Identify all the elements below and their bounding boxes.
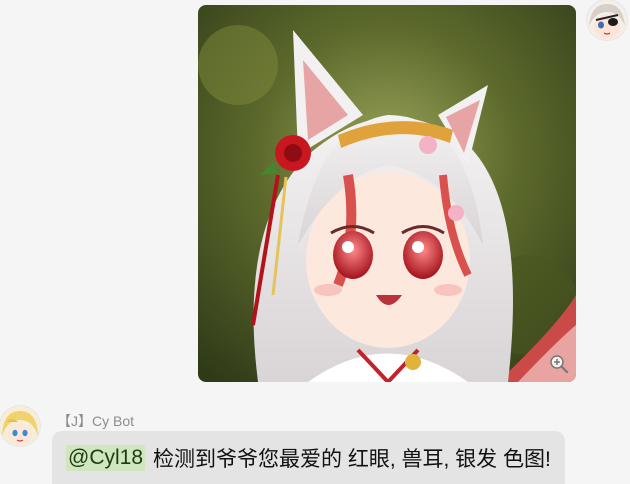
text-message-bubble: @Cyl18 检测到爷爷您最爱的 红眼, 兽耳, 银发 色图! bbox=[52, 431, 565, 484]
bot-avatar[interactable] bbox=[0, 406, 40, 446]
self-avatar[interactable] bbox=[587, 0, 627, 40]
sender-name: 【J】Cy Bot bbox=[57, 413, 135, 429]
blonde-girl-avatar bbox=[0, 406, 40, 446]
mention-link[interactable]: @Cyl18 bbox=[66, 444, 146, 471]
image-message[interactable] bbox=[198, 5, 576, 382]
scrollbar[interactable] bbox=[626, 0, 630, 484]
message-text: 检测到爷爷您最爱的 红眼, 兽耳, 银发 色图! bbox=[153, 447, 551, 471]
zoom-in-icon bbox=[550, 355, 569, 374]
eyepatch-girl-avatar bbox=[587, 0, 627, 40]
anime-fox-girl-image bbox=[198, 5, 576, 382]
chat-window: 【J】Cy Bot @Cyl18 检测到爷爷您最爱的 红眼, 兽耳, 银发 色图… bbox=[0, 0, 630, 484]
zoom-button[interactable] bbox=[548, 353, 570, 375]
